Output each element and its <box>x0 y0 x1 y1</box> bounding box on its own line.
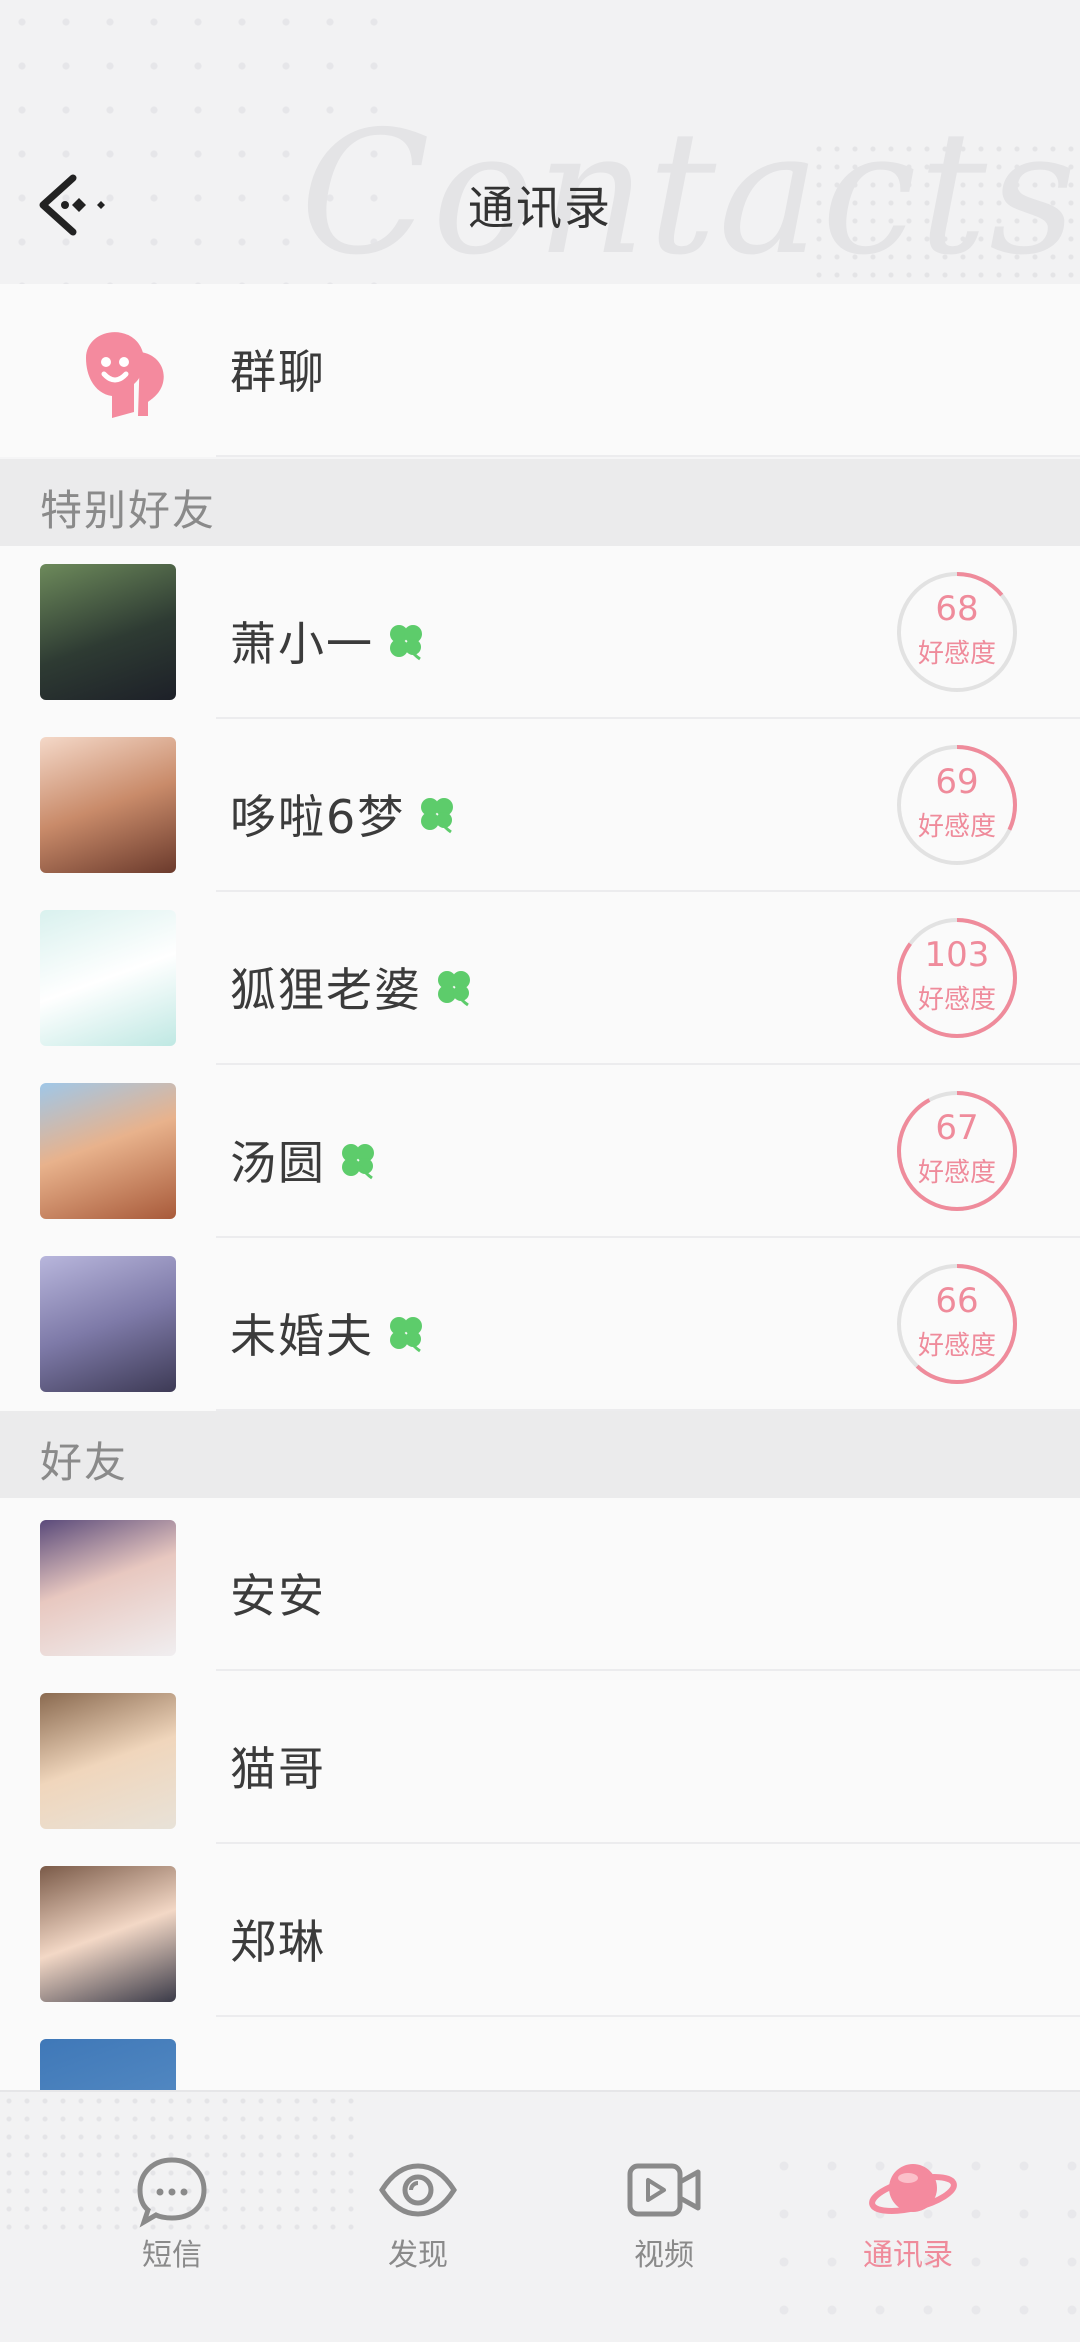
contact-row[interactable]: 哆啦6梦 69 好感度 <box>0 719 1080 892</box>
clover-icon <box>421 798 454 834</box>
clover-icon <box>390 625 422 661</box>
avatar <box>40 1083 176 1219</box>
section-header-special: 特别好友 <box>0 459 1080 546</box>
contact-row[interactable]: 未婚夫 66 好感度 <box>0 1238 1080 1411</box>
contact-name: 郑琳 <box>230 1906 326 1972</box>
section-header-friends: 好友 <box>0 1411 1080 1498</box>
contact-name: 萧小一 <box>230 608 428 674</box>
contact-row[interactable]: 安安 <box>0 1498 1080 1671</box>
affinity-value: 69 <box>935 762 979 802</box>
affinity-label: 好感度 <box>917 812 996 842</box>
group-chat-row[interactable]: 群聊 <box>0 284 1080 457</box>
clover-icon <box>438 971 470 1007</box>
affinity-value: 67 <box>935 1108 979 1148</box>
contact-name: 汤圆 <box>230 1127 380 1193</box>
clover-icon <box>342 1144 374 1180</box>
nav-label: 短信 <box>142 2238 202 2273</box>
page-title: 通讯录 <box>468 181 612 235</box>
affinity-badge: 69 好感度 <box>892 740 1022 870</box>
contact-name-text: 汤圆 <box>230 1136 326 1190</box>
contact-name-text: 郑琳 <box>230 1915 326 1969</box>
contact-name-text: 狐狸老婆 <box>230 963 422 1017</box>
contact-name-text: 猫哥 <box>230 1742 326 1796</box>
group-chat-icon <box>40 312 176 448</box>
divider <box>216 455 1080 457</box>
header: Contacts 通讯录 <box>0 0 1080 284</box>
contact-row[interactable]: 猫哥 <box>0 1671 1080 1844</box>
contact-name: 猫哥 <box>230 1733 326 1799</box>
planet-icon <box>869 2164 957 2214</box>
avatar <box>40 1520 176 1656</box>
affinity-label: 好感度 <box>917 1158 996 1188</box>
affinity-badge: 67 好感度 <box>892 1086 1022 1216</box>
affinity-value: 66 <box>935 1281 979 1321</box>
contact-row[interactable]: 萧小一 68 好感度 <box>0 546 1080 719</box>
affinity-label: 好感度 <box>917 1331 996 1361</box>
contact-name: 狐狸老婆 <box>230 954 476 1020</box>
contact-name-text: 未婚夫 <box>230 1309 374 1363</box>
nav-label: 通讯录 <box>863 2238 953 2273</box>
nav-label: 视频 <box>634 2238 694 2273</box>
avatar <box>40 1693 176 1829</box>
nav-item-contacts[interactable]: 通讯录 <box>818 2132 998 2282</box>
contact-row[interactable]: 郑琳 <box>0 1844 1080 2017</box>
avatar <box>40 1256 176 1392</box>
group-chat-label: 群聊 <box>230 345 326 399</box>
affinity-value: 68 <box>935 589 979 629</box>
affinity-ring <box>897 1264 1017 1384</box>
clover-icon <box>390 1317 422 1353</box>
section-title: 好友 <box>40 1438 129 1487</box>
video-camera-icon <box>627 2163 701 2217</box>
message-bubble-icon <box>137 2157 207 2228</box>
affinity-ring <box>897 745 1017 865</box>
avatar <box>40 1866 176 2002</box>
affinity-badge: 103 好感度 <box>892 913 1022 1043</box>
nav-label: 发现 <box>388 2238 448 2273</box>
contact-name-text: 哆啦6梦 <box>230 790 406 844</box>
affinity-ring <box>897 1091 1017 1211</box>
affinity-ring <box>897 572 1017 692</box>
contact-name-text: 萧小一 <box>230 617 374 671</box>
nav-item-video[interactable]: 视频 <box>574 2132 754 2282</box>
contact-row[interactable]: 狐狸老婆 103 好感度 <box>0 892 1080 1065</box>
nav-item-discover[interactable]: 发现 <box>328 2132 508 2282</box>
affinity-label: 好感度 <box>917 639 996 669</box>
contact-name: 安安 <box>230 1560 326 1626</box>
affinity-label: 好感度 <box>917 985 996 1015</box>
affinity-badge: 68 好感度 <box>892 567 1022 697</box>
contact-name-text: 安安 <box>230 1569 326 1623</box>
section-title: 特别好友 <box>40 486 217 535</box>
affinity-value: 103 <box>924 935 990 975</box>
avatar <box>40 910 176 1046</box>
avatar <box>40 737 176 873</box>
affinity-ring <box>897 918 1017 1038</box>
contact-row[interactable]: 汤圆 67 好感度 <box>0 1065 1080 1238</box>
bottom-nav: 短信 发现 视频 通讯录 <box>0 2090 1080 2342</box>
contact-name: 未婚夫 <box>230 1300 428 1366</box>
avatar <box>40 564 176 700</box>
affinity-badge: 66 好感度 <box>892 1259 1022 1389</box>
nav-item-messages[interactable]: 短信 <box>82 2132 262 2282</box>
eye-icon <box>379 2163 457 2217</box>
contact-name: 哆啦6梦 <box>230 781 459 847</box>
